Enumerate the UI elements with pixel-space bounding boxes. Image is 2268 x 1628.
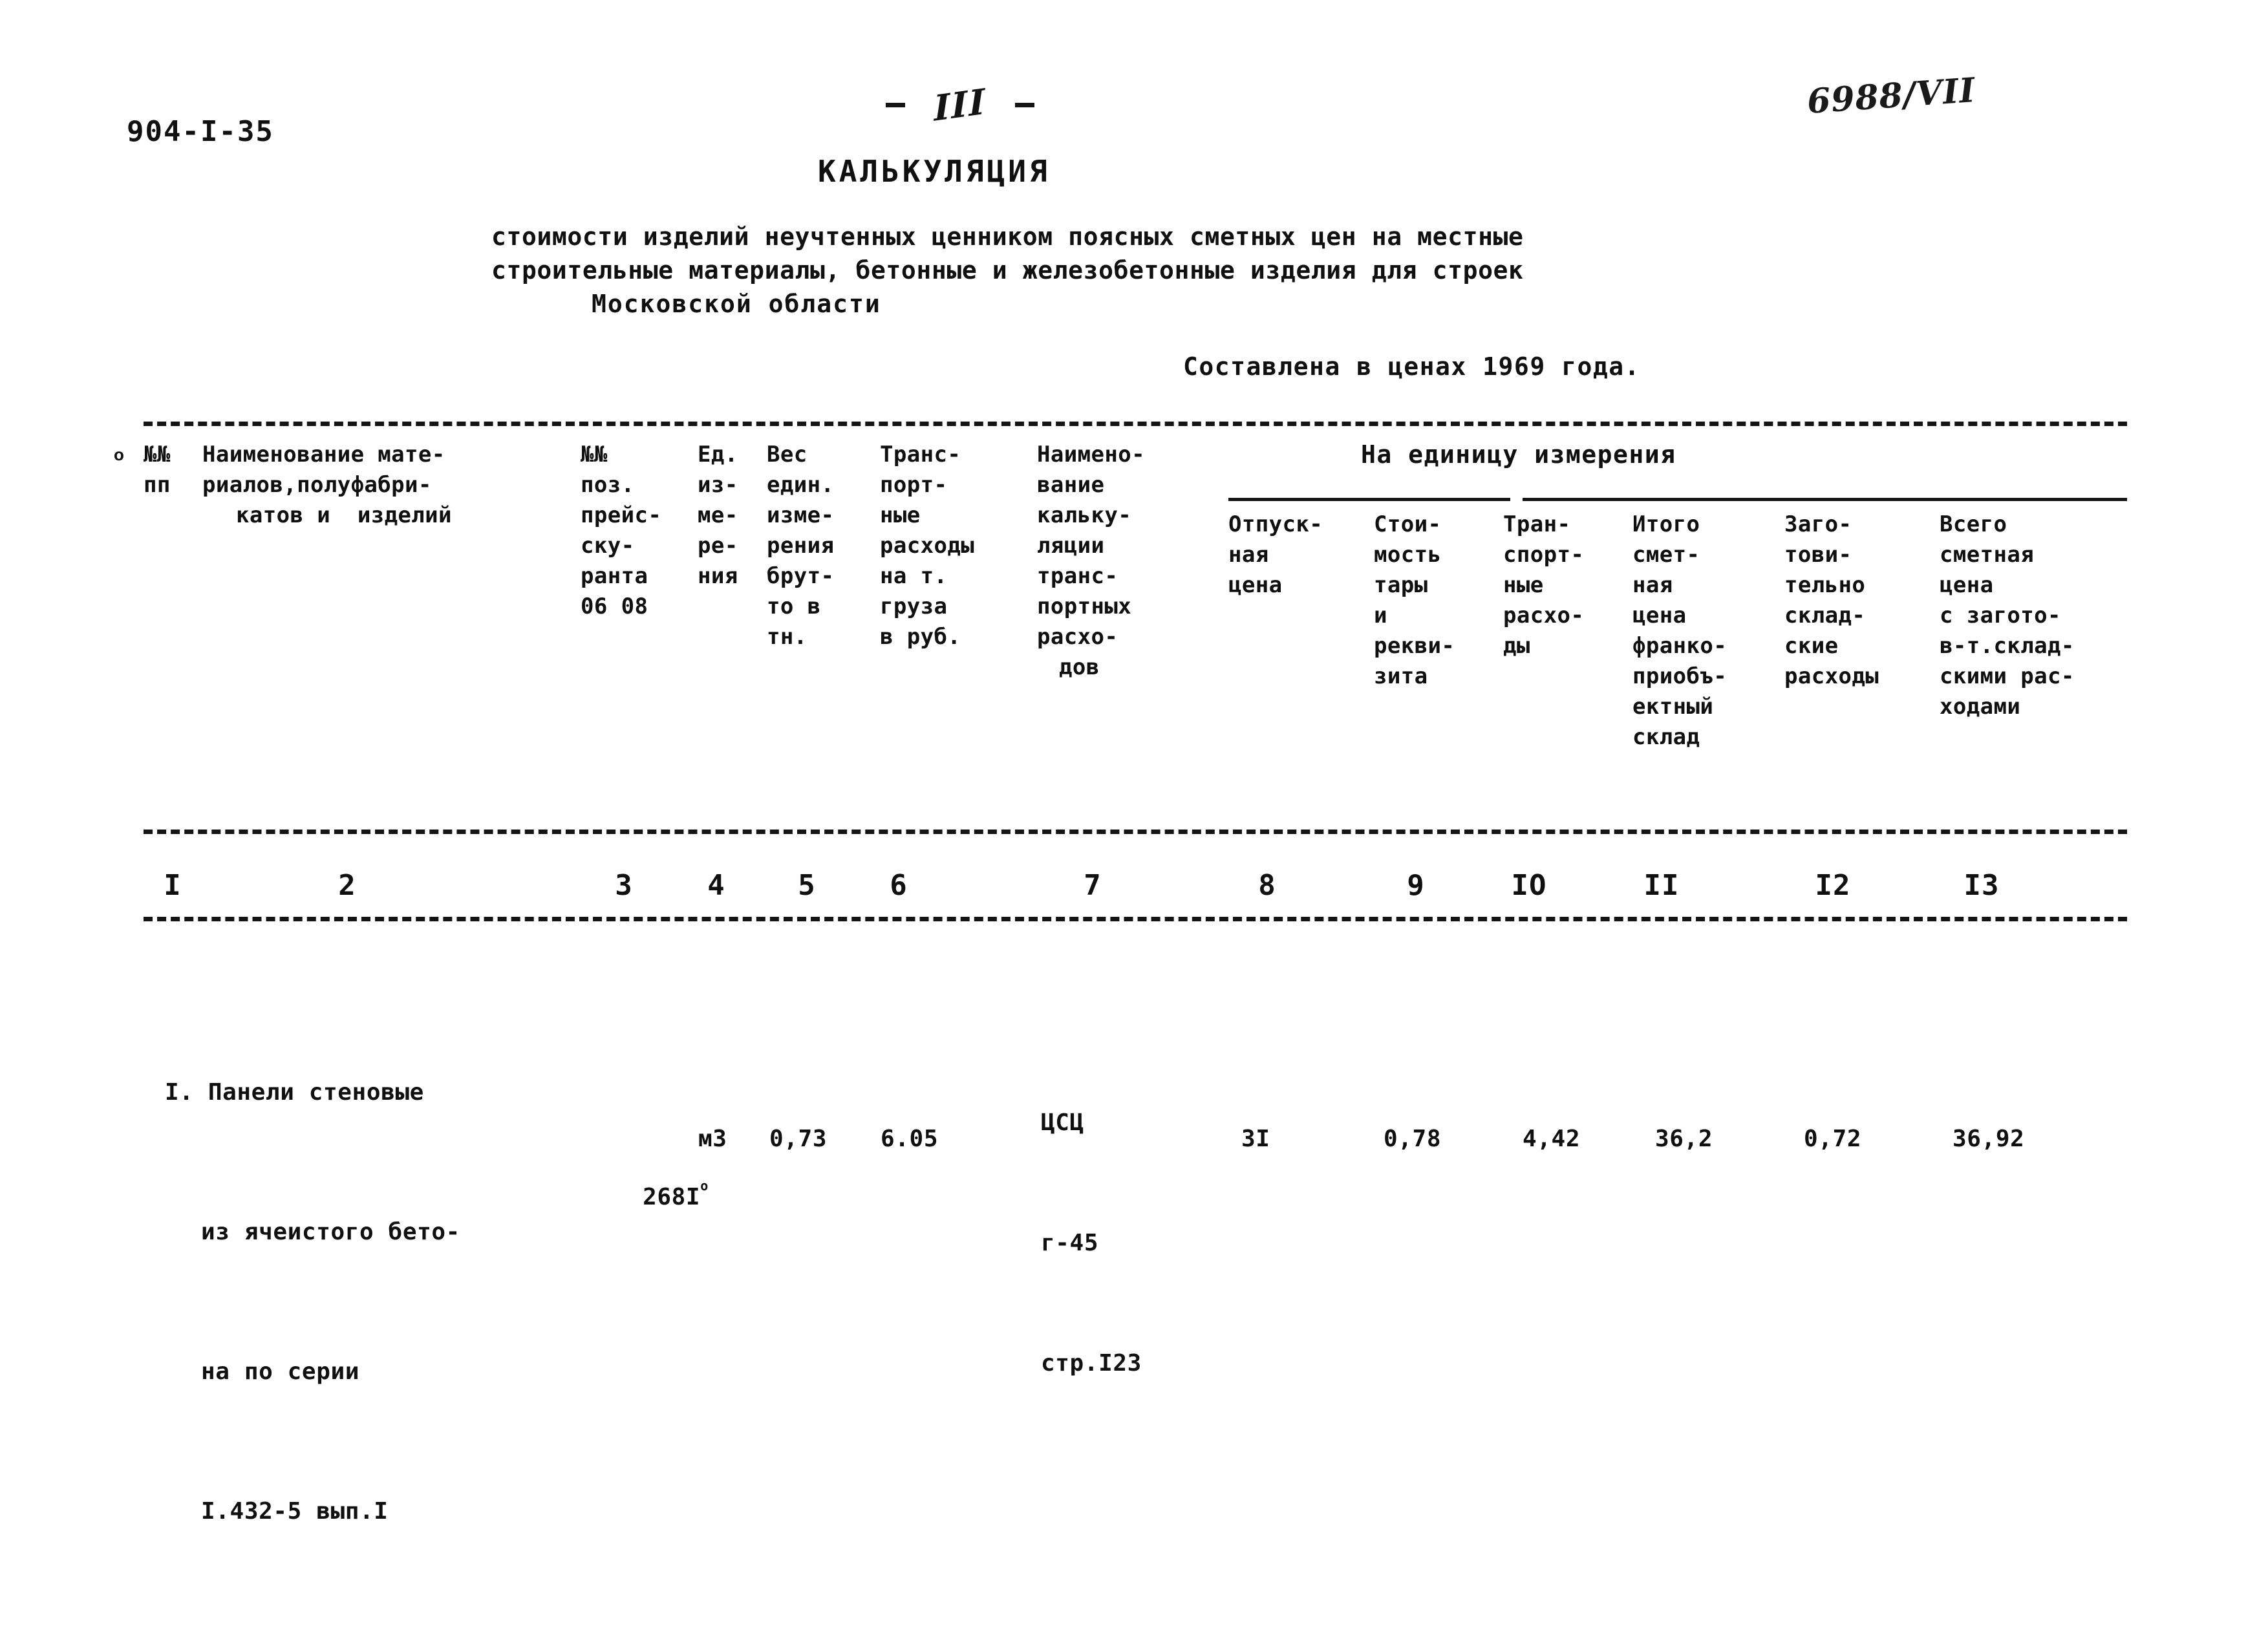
table-row-grand-total: 36,92: [1952, 1126, 2025, 1152]
table-row-transport-per-ton: 6.05: [881, 1126, 939, 1152]
column-number-9: 9: [1407, 869, 1425, 902]
calculation-table: о На единицу измерения №№ пп Наименовани…: [0, 0, 2268, 1603]
group-header-per-unit: На единицу измерения: [1361, 440, 1676, 469]
column-number-10: IO: [1511, 869, 1547, 902]
group-header-underline-left: [1228, 498, 1510, 501]
column-header-weight-brutto: Вес един. изме- рения брут- то в тн.: [767, 442, 835, 650]
table-row-release-price: 3I: [1241, 1126, 1270, 1152]
column-number-1: I: [164, 869, 182, 902]
table-row-transport-cost: 4,42: [1523, 1126, 1581, 1152]
column-header-calculation-name: Наимено- вание кальку- ляции транс- порт…: [1037, 442, 1145, 680]
table-row-procurement-cost: 0,72: [1804, 1126, 1862, 1152]
column-header-price-list-position: №№ поз. прейс- ску- ранта 06 08: [581, 442, 662, 619]
table-row-price-list-position: 268Iо: [643, 1178, 709, 1210]
column-header-unit-of-measure: Ед. из- ме- ре- ния: [698, 442, 738, 589]
column-number-5: 5: [798, 869, 816, 902]
table-header-separator: [144, 830, 2127, 834]
column-header-grand-total: Всего сметная цена с загото- в-т.склад- …: [1940, 511, 2075, 720]
column-number-2: 2: [338, 869, 356, 902]
column-number-12: I2: [1815, 869, 1851, 902]
table-row-packaging-cost: 0,78: [1384, 1126, 1442, 1152]
header-margin-artifact: о: [114, 445, 125, 464]
column-number-3: 3: [615, 869, 633, 902]
column-number-6: 6: [890, 869, 908, 902]
column-header-release-price: Отпуск- ная цена: [1228, 511, 1323, 598]
column-header-total-franco-site: Итого смет- ная цена франко- приобъ- ект…: [1632, 511, 1728, 750]
column-header-row-number: №№ пп: [144, 442, 171, 498]
table-row-total-franco-site: 36,2: [1655, 1126, 1713, 1152]
group-header-underline-right: [1523, 498, 2127, 501]
table-row-material-name: I. Панели стеновые из ячеистого бето- на…: [165, 1079, 460, 1525]
column-header-packaging-cost: Стои- мость тары и рекви- зита: [1374, 511, 1455, 689]
column-number-11: II: [1643, 869, 1680, 902]
column-header-transport-per-ton: Транс- порт- ные расходы на т. груза в р…: [880, 442, 975, 650]
column-number-4: 4: [707, 869, 725, 902]
table-row-unit: м3: [698, 1126, 727, 1152]
column-header-material-name: Наименование мате- риалов,полуфабри- кат…: [202, 442, 452, 528]
table-row-weight-brutto: 0,73: [769, 1126, 828, 1152]
table-row-calculation-name: ЦСЦ г-45 стр.I23: [1041, 1109, 1142, 1376]
column-number-8: 8: [1258, 869, 1276, 902]
table-top-border: [144, 422, 2127, 426]
column-header-procurement-cost: Загo- тови- тельно склад- ские расходы: [1784, 511, 1879, 689]
column-number-13: I3: [1963, 869, 2000, 902]
column-number-separator: [144, 917, 2127, 921]
column-number-7: 7: [1084, 869, 1102, 902]
column-header-transport-cost: Тран- спорт- ные расхо- ды: [1503, 511, 1585, 659]
